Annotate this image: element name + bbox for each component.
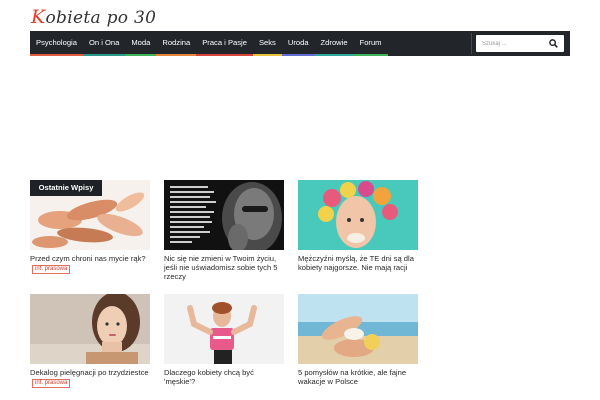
nav-item-zdrowie[interactable]: Zdrowie (314, 31, 354, 56)
nav-item-praca-i-pasje[interactable]: Praca i Pasje (196, 31, 253, 56)
post-card: Mężczyźni myślą, że TE dni są dla kobiet… (298, 180, 418, 272)
post-image-curlers[interactable] (298, 180, 418, 250)
nav-item-uroda[interactable]: Uroda (281, 31, 315, 56)
promo-badge: inf. prasowa (32, 379, 71, 388)
main-navigation: Psychologia On i Ona Moda Rodzina Praca … (30, 31, 570, 56)
post-image-beach-shell[interactable] (298, 294, 418, 364)
post-title[interactable]: Dlaczego kobiety chcą być 'męskie'? (164, 368, 286, 386)
post-image-quote[interactable] (164, 180, 284, 250)
search-box (476, 35, 564, 52)
post-title[interactable]: Dekalog pielęgnacji po trzydziestceinf. … (30, 368, 152, 388)
post-title[interactable]: Przed czym chroni nas mycie rąk?inf. pra… (30, 254, 152, 274)
nav-item-rodzina[interactable]: Rodzina (156, 31, 197, 56)
nav-item-psychologia[interactable]: Psychologia (30, 31, 83, 56)
site-logo[interactable]: Kobieta po 30 (31, 6, 156, 28)
nav-divider (471, 33, 472, 54)
nav-item-seks[interactable]: Seks (252, 31, 282, 56)
post-image-strong-woman[interactable] (164, 294, 284, 364)
post-image-woman-skincare[interactable] (30, 294, 150, 364)
post-card: Dekalog pielęgnacji po trzydziestceinf. … (30, 294, 150, 388)
nav-item-forum[interactable]: Forum (353, 31, 388, 56)
search-icon[interactable] (549, 39, 558, 48)
post-card: Dlaczego kobiety chcą być 'męskie'? (164, 294, 284, 386)
nav-item-moda[interactable]: Moda (125, 31, 157, 56)
post-title[interactable]: Mężczyźni myślą, że TE dni są dla kobiet… (298, 254, 420, 272)
post-title[interactable]: 5 pomysłów na krótkie, ale fajne wakacje… (298, 368, 420, 386)
search-input[interactable] (476, 35, 544, 52)
nav-item-on-i-ona[interactable]: On i Ona (82, 31, 126, 56)
post-card: Nic się nie zmieni w Twoim życiu, jeśli … (164, 180, 284, 281)
post-title[interactable]: Nic się nie zmieni w Twoim życiu, jeśli … (164, 254, 286, 281)
nav-items: Psychologia On i Ona Moda Rodzina Praca … (30, 31, 388, 56)
promo-badge: inf. prasowa (32, 265, 71, 274)
post-card: 5 pomysłów na krótkie, ale fajne wakacje… (298, 294, 418, 386)
section-label-latest: Ostatnie Wpisy (30, 180, 102, 196)
